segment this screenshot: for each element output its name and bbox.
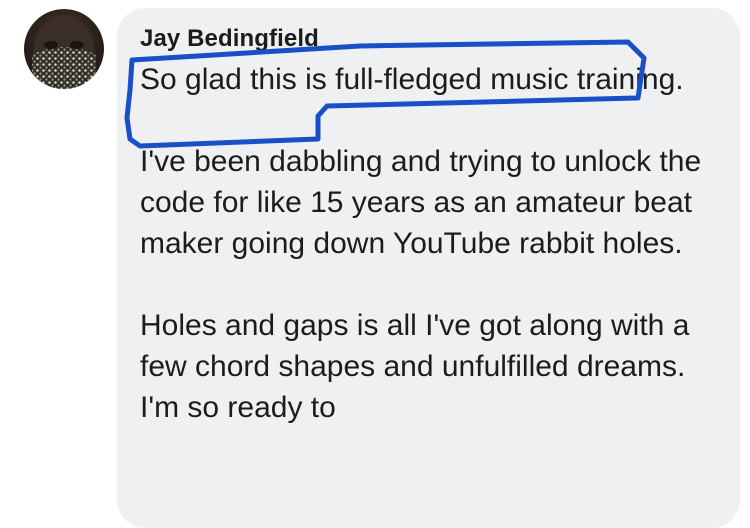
comment-author[interactable]: Jay Bedingfield (140, 25, 319, 53)
comment-paragraph: Holes and gaps is all I've got along wit… (140, 309, 690, 424)
comment-body: So glad this is full-fledged music train… (140, 59, 720, 469)
avatar-photo (32, 15, 96, 89)
avatar[interactable] (24, 9, 104, 89)
comment-paragraph: So glad this is full-fledged music train… (140, 63, 684, 96)
comment-paragraph: I've been dabbling and trying to unlock … (140, 145, 702, 260)
